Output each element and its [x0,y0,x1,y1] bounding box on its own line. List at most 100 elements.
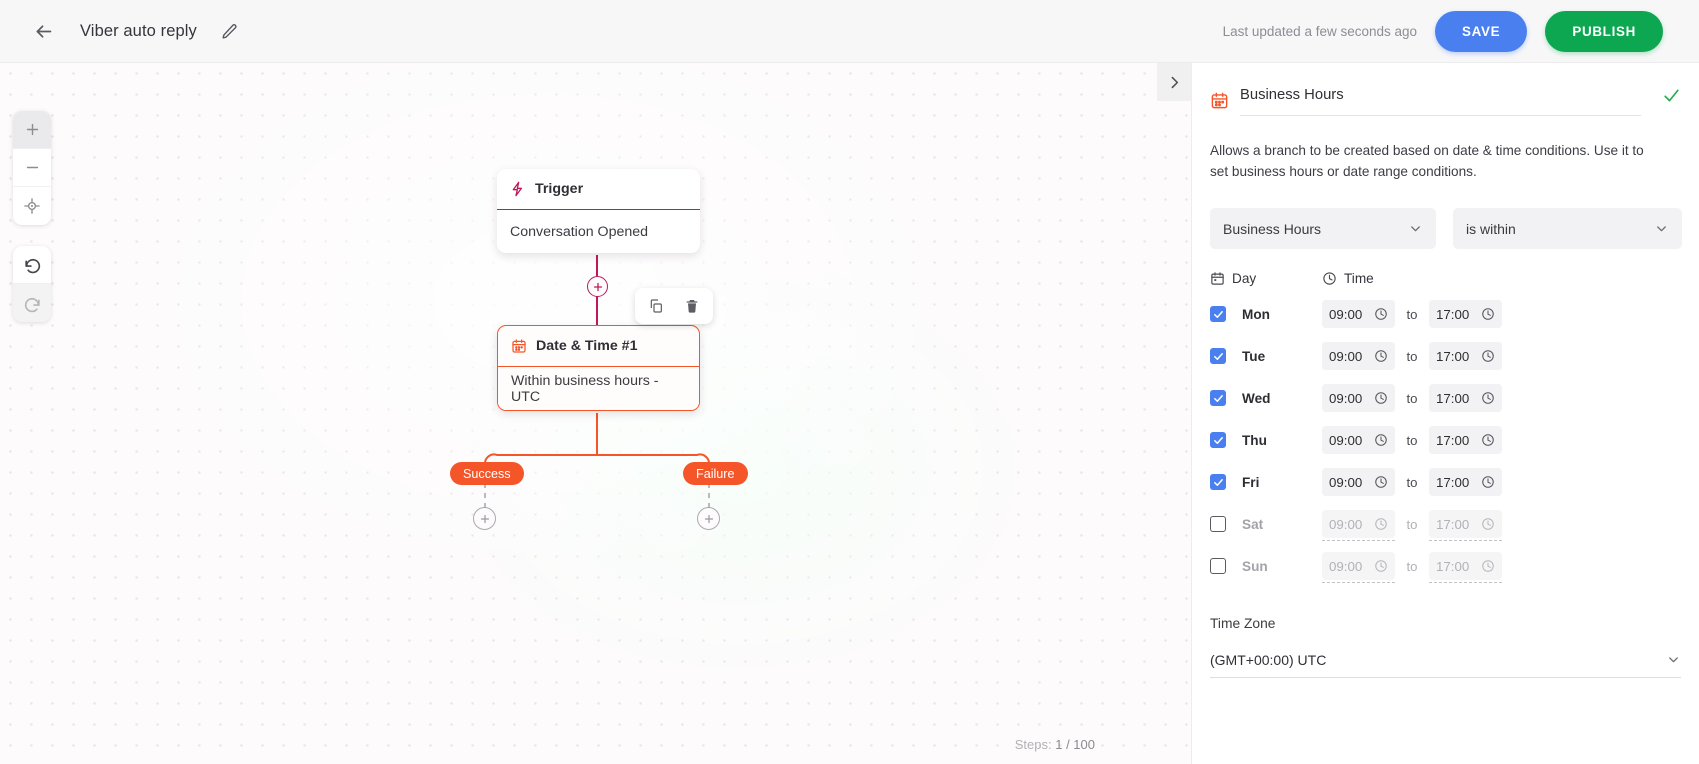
time-to-value-thu: 17:00 [1436,432,1470,448]
day-checkbox-fri[interactable] [1210,474,1226,491]
time-from-value-wed: 09:00 [1329,390,1363,406]
properties-panel: Business Hours Allows a branch to be cre… [1191,63,1699,764]
node-date-time[interactable]: Date & Time #1 Within business hours - U… [497,325,700,411]
branch-pill-success[interactable]: Success [450,462,524,485]
node-trigger-subtitle: Conversation Opened [510,223,649,240]
clock-icon [1374,307,1388,321]
check-icon [1213,478,1223,486]
zoom-in-button[interactable] [13,111,51,149]
time-to-value-mon: 17:00 [1436,306,1470,322]
time-from-tue[interactable]: 09:00 [1322,342,1395,371]
clock-icon [1374,559,1388,573]
schedule-row-thu: Thu 09:00 to 17:00 [1210,426,1681,455]
time-to-value-tue: 17:00 [1436,348,1470,364]
plus-icon [26,123,38,136]
zoom-out-button[interactable] [13,149,51,187]
edit-title-button[interactable] [215,16,245,46]
day-checkbox-wed[interactable] [1210,390,1226,407]
undo-button[interactable] [13,246,51,284]
publish-button[interactable]: PUBLISH [1545,10,1663,52]
time-from-value-sat: 09:00 [1329,516,1363,532]
delete-node-button[interactable] [679,293,705,319]
trash-icon [686,300,698,313]
back-button[interactable] [26,14,60,48]
page-title: Viber auto reply [80,21,197,40]
clock-icon [1481,349,1495,363]
node-trigger-title: Trigger [535,181,584,197]
time-from-wed[interactable]: 09:00 [1322,384,1395,413]
day-checkbox-mon[interactable] [1210,306,1226,323]
day-label-sun: Sun [1242,558,1268,574]
condition-operator-select[interactable]: is within [1453,208,1682,250]
branch-pill-failure[interactable]: Failure [683,462,748,485]
time-to-fri[interactable]: 17:00 [1429,468,1502,497]
time-to-value-wed: 17:00 [1436,390,1470,406]
fit-to-screen-button[interactable] [13,187,51,225]
time-to-mon[interactable]: 17:00 [1429,300,1502,329]
schedule-row-mon: Mon 09:00 to 17:00 [1210,300,1681,329]
time-to-wed[interactable]: 17:00 [1429,384,1502,413]
history-toolbar [13,246,51,322]
clock-icon [1322,271,1337,286]
day-label-fri: Fri [1242,474,1260,490]
flow-canvas[interactable]: Trigger Conversation Opened Date & Time … [0,63,1191,764]
day-checkbox-tue[interactable] [1210,348,1226,365]
time-to-value-fri: 17:00 [1436,474,1470,490]
node-trigger[interactable]: Trigger Conversation Opened [497,169,700,253]
node-trigger-header: Trigger [497,169,700,210]
time-from-fri[interactable]: 09:00 [1322,468,1395,497]
time-to-sat[interactable]: 17:00 [1429,510,1502,542]
lightning-icon [512,181,522,197]
minus-icon [26,166,38,169]
duplicate-node-button[interactable] [643,293,669,319]
chevron-down-icon [1408,221,1423,236]
calendar-icon [1210,271,1225,286]
schedule-row-sun: Sun 09:00 to 17:00 [1210,552,1681,584]
time-to-tue[interactable]: 17:00 [1429,342,1502,371]
chevron-down-icon [1654,221,1669,236]
time-from-mon[interactable]: 09:00 [1322,300,1395,329]
node-date-time-header: Date & Time #1 [498,326,699,367]
day-label-tue: Tue [1242,348,1266,364]
timezone-select[interactable]: (GMT+00:00) UTC [1210,642,1681,679]
time-from-thu[interactable]: 09:00 [1322,426,1395,455]
time-from-sun[interactable]: 09:00 [1322,552,1395,584]
pencil-icon [222,23,237,39]
chevron-right-icon [1171,76,1178,88]
save-button[interactable]: SAVE [1435,10,1528,52]
check-icon [1662,86,1681,116]
time-from-value-sun: 09:00 [1329,558,1363,574]
clock-icon [1481,475,1495,489]
condition-type-select[interactable]: Business Hours [1210,208,1436,250]
time-from-sat[interactable]: 09:00 [1322,510,1395,542]
flow-builder-app: Viber auto reply Last updated a few seco… [0,0,1699,764]
panel-header: Business Hours [1210,85,1681,127]
plus-icon [593,282,602,291]
chevron-down-icon [1666,652,1681,667]
time-to-thu[interactable]: 17:00 [1429,426,1502,455]
plus-icon [704,514,713,523]
clock-icon [1374,349,1388,363]
day-label-wed: Wed [1242,390,1271,406]
time-to-sun[interactable]: 17:00 [1429,552,1502,584]
day-checkbox-sun[interactable] [1210,558,1226,575]
undo-icon [24,258,40,274]
day-checkbox-sat[interactable] [1210,516,1226,533]
add-step-success-button[interactable] [473,507,496,530]
add-step-failure-button[interactable] [697,507,720,530]
day-checkbox-thu[interactable] [1210,432,1226,449]
redo-button[interactable] [13,284,51,322]
day-label-sat: Sat [1242,516,1264,532]
time-from-value-thu: 09:00 [1329,432,1363,448]
clock-icon [1374,517,1388,531]
add-step-button[interactable] [587,276,608,297]
node-date-time-title: Date & Time #1 [536,338,638,354]
collapse-panel-button[interactable] [1157,63,1191,101]
timezone-label: Time Zone [1210,616,1276,632]
node-action-toolbar [635,288,713,324]
plus-icon [480,514,489,523]
schedule-row-sat: Sat 09:00 to 17:00 [1210,510,1681,542]
to-label-tue: to [1406,348,1418,364]
check-icon [1213,310,1223,318]
steps-label: Steps: [1014,737,1052,752]
